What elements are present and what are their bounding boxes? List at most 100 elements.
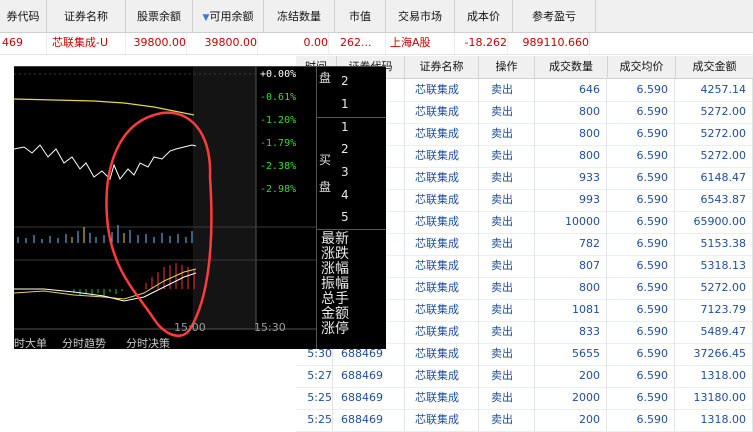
trade-cell-name: 芯联集成 — [405, 365, 479, 387]
trade-cell-price: 6.590 — [608, 123, 675, 145]
trade-cell-price: 6.590 — [608, 189, 675, 211]
trade-cell-name: 芯联集成 — [405, 387, 479, 409]
trade-cell-code: 688469 — [337, 387, 405, 409]
trade-col-amount[interactable]: 成交金额 — [676, 56, 753, 78]
col-frozen-header[interactable]: 冻结数量 — [264, 0, 335, 32]
col-pnl-header[interactable]: 参考盈亏 — [513, 0, 596, 32]
trade-cell-amount: 7123.79 — [676, 299, 753, 321]
trade-cell-amount: 5272.00 — [676, 277, 753, 299]
tab-intraday-trend[interactable]: 分时趋势 — [62, 338, 124, 350]
trade-cell-amount: 37266.45 — [676, 343, 753, 365]
trade-cell-price: 6.590 — [608, 365, 675, 387]
time-label-0: 15:00 — [174, 321, 206, 334]
trade-cell-qty: 800 — [535, 145, 607, 167]
trade-cell-qty: 800 — [535, 123, 607, 145]
stat-change: 涨跌 — [321, 246, 349, 262]
stat-limit-up: 涨停 — [321, 321, 349, 337]
trade-cell-price: 6.590 — [608, 167, 675, 189]
pct-label-1: -0.61% — [260, 92, 296, 103]
trade-cell-price: 6.590 — [608, 79, 675, 101]
trade-cell-amount: 5272.00 — [676, 101, 753, 123]
trade-cell-name: 芯联集成 — [405, 189, 479, 211]
col-available-header[interactable]: ▼可用余额 — [193, 0, 264, 32]
holding-available: 39800.00 — [193, 33, 258, 54]
trade-cell-name: 芯联集成 — [405, 233, 479, 255]
col-market-value-header[interactable]: 市值 — [335, 0, 386, 32]
holdings-header: 券代码 证券名称 股票余额 ▼可用余额 冻结数量 市值 交易市场 成本价 参考盈… — [0, 0, 753, 33]
trade-cell-qty: 10000 — [535, 211, 607, 233]
trade-cell-amount: 13180.00 — [676, 387, 753, 409]
col-code-header[interactable]: 券代码 — [0, 0, 47, 32]
col-balance-header[interactable]: 股票余额 — [126, 0, 193, 32]
trade-col-price[interactable]: 成交均价 — [608, 56, 676, 78]
buy-side-label-2: 盘 — [319, 180, 332, 194]
sell-side-label: 盘 — [319, 71, 332, 85]
tab-big-orders[interactable]: 时大单 — [14, 338, 60, 350]
buy-level-3: 3 — [341, 165, 349, 179]
sell-level-1: 1 — [341, 97, 349, 111]
trade-cell-op: 卖出 — [479, 321, 535, 343]
trade-cell-qty: 782 — [535, 233, 607, 255]
trade-cell-qty: 800 — [535, 101, 607, 123]
trade-cell-qty: 1081 — [535, 299, 607, 321]
intraday-chart-popup[interactable]: +0.00% -0.61% -1.20% -1.79% -2.38% -2.98… — [14, 66, 386, 350]
trade-col-qty[interactable]: 成交数量 — [535, 56, 608, 78]
trade-cell-op: 卖出 — [479, 189, 535, 211]
trade-cell-amount: 5272.00 — [676, 145, 753, 167]
buy-side-label-1: 买 — [319, 153, 332, 167]
trade-cell-qty: 800 — [535, 277, 607, 299]
trade-cell-name: 芯联集成 — [405, 167, 479, 189]
holding-pnl: 989110.660 — [513, 33, 590, 54]
trade-cell-name: 芯联集成 — [405, 343, 479, 365]
trade-cell-name: 芯联集成 — [405, 255, 479, 277]
buy-level-1: 1 — [341, 120, 349, 134]
trade-col-name[interactable]: 证券名称 — [405, 56, 479, 78]
pct-label-3: -1.79% — [260, 138, 296, 149]
holding-market-value: 262... — [340, 33, 386, 54]
trade-cell-price: 6.590 — [608, 145, 675, 167]
pct-label-0: +0.00% — [260, 69, 296, 80]
holding-code: 469 — [2, 33, 47, 54]
col-cost-header[interactable]: 成本价 — [455, 0, 513, 32]
trade-cell-op: 卖出 — [479, 255, 535, 277]
trade-cell-price: 6.590 — [608, 101, 675, 123]
trade-cell-price: 6.590 — [608, 299, 675, 321]
trade-cell-op: 卖出 — [479, 409, 535, 431]
trade-cell-op: 卖出 — [479, 277, 535, 299]
trade-cell-name: 芯联集成 — [405, 211, 479, 233]
trade-cell-name: 芯联集成 — [405, 145, 479, 167]
trade-cell-name: 芯联集成 — [405, 79, 479, 101]
trade-cell-op: 卖出 — [479, 101, 535, 123]
trade-cell-qty: 200 — [535, 409, 607, 431]
col-exchange-header[interactable]: 交易市场 — [386, 0, 455, 32]
trade-cell-code: 688469 — [337, 365, 405, 387]
table-row[interactable]: 5:25 688469 芯联集成 卖出 200 6.590 1318.00 — [296, 409, 753, 432]
table-row[interactable]: 5:25 688469 芯联集成 卖出 2000 6.590 13180.00 — [296, 387, 753, 410]
stat-latest: 最新 — [321, 231, 349, 247]
tab-intraday-decision[interactable]: 分时决策 — [126, 338, 192, 350]
trade-cell-qty: 933 — [535, 167, 607, 189]
trade-cell-qty: 2000 — [535, 387, 607, 409]
trade-cell-amount: 65900.00 — [676, 211, 753, 233]
stat-turnover: 金额 — [321, 306, 349, 322]
holding-balance: 39800.00 — [126, 33, 187, 54]
trade-cell-name: 芯联集成 — [405, 299, 479, 321]
holding-row[interactable]: 469 芯联集成-U 39800.00 39800.00 0.00 262...… — [0, 33, 753, 55]
trade-cell-op: 卖出 — [479, 343, 535, 365]
trade-cell-price: 6.590 — [608, 409, 675, 431]
trade-cell-qty: 200 — [535, 365, 607, 387]
trade-cell-price: 6.590 — [608, 343, 675, 365]
trade-cell-name: 芯联集成 — [405, 123, 479, 145]
trade-cell-name: 芯联集成 — [405, 409, 479, 431]
trade-cell-qty: 833 — [535, 321, 607, 343]
buy-level-4: 4 — [341, 188, 349, 202]
trade-cell-op: 卖出 — [479, 233, 535, 255]
table-row[interactable]: 5:27 688469 芯联集成 卖出 200 6.590 1318.00 — [296, 365, 753, 388]
trade-col-op[interactable]: 操作 — [479, 56, 535, 78]
trade-cell-amount: 4257.14 — [676, 79, 753, 101]
trade-cell-amount: 6148.47 — [676, 167, 753, 189]
time-label-1: 15:30 — [254, 321, 286, 334]
col-name-header[interactable]: 证券名称 — [47, 0, 126, 32]
trade-cell-price: 6.590 — [608, 321, 675, 343]
trade-cell-time: 5:25 — [296, 387, 333, 409]
